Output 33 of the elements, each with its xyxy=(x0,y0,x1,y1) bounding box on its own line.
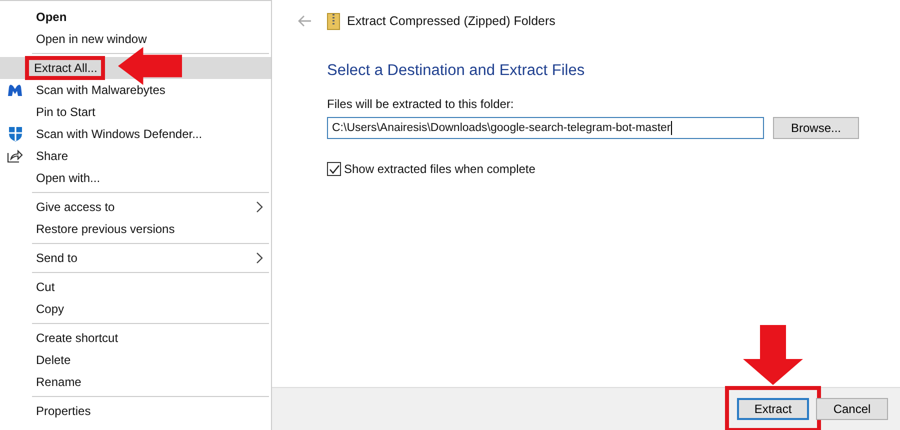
menu-item[interactable]: Restore previous versions xyxy=(0,218,271,240)
folder-path-field[interactable]: C:\Users\Anairesis\Downloads\google-search-telegram-bot-master xyxy=(327,117,764,139)
shield-icon xyxy=(8,126,22,142)
arrow-icon xyxy=(118,47,182,85)
menu-item[interactable]: Give access to xyxy=(0,196,271,218)
field-label: Files will be extracted to this folder: xyxy=(327,97,515,111)
menu-item[interactable]: Pin to Start xyxy=(0,101,271,123)
chevron-icon xyxy=(256,201,263,213)
menu-item[interactable]: Scan with Windows Defender... xyxy=(0,123,271,145)
menu-item[interactable]: Open xyxy=(0,6,271,28)
menu-item[interactable]: Properties xyxy=(0,400,271,422)
window-title: Extract Compressed (Zipped) Folders xyxy=(347,14,556,28)
dialog-button[interactable]: Extract xyxy=(737,398,809,420)
menu-item[interactable]: Open in new window xyxy=(0,28,271,50)
share-icon xyxy=(7,149,23,163)
menu-item[interactable]: Share xyxy=(0,145,271,167)
menu-item[interactable]: Copy xyxy=(0,298,271,320)
dialog-button[interactable]: Cancel xyxy=(816,398,888,420)
menu-item[interactable]: Send to xyxy=(0,247,271,269)
menu-item[interactable]: Create shortcut xyxy=(0,327,271,349)
arrow-icon xyxy=(743,325,803,385)
zip-folder-icon xyxy=(327,12,340,30)
menu-item[interactable]: Scan with Malwarebytes xyxy=(0,79,271,101)
menu-item[interactable]: Cut xyxy=(0,276,271,298)
menu-item[interactable]: Delete xyxy=(0,349,271,371)
checkbox-label: Show extracted files when complete xyxy=(344,162,536,176)
menu-item[interactable]: Rename xyxy=(0,371,271,393)
checkbox[interactable] xyxy=(327,162,341,176)
browse-button[interactable]: Browse... xyxy=(773,117,859,139)
dialog-heading: Select a Destination and Extract Files xyxy=(327,62,586,80)
malware-icon xyxy=(7,83,23,97)
chevron-icon xyxy=(256,252,263,264)
menu-item[interactable]: Open with... xyxy=(0,167,271,189)
